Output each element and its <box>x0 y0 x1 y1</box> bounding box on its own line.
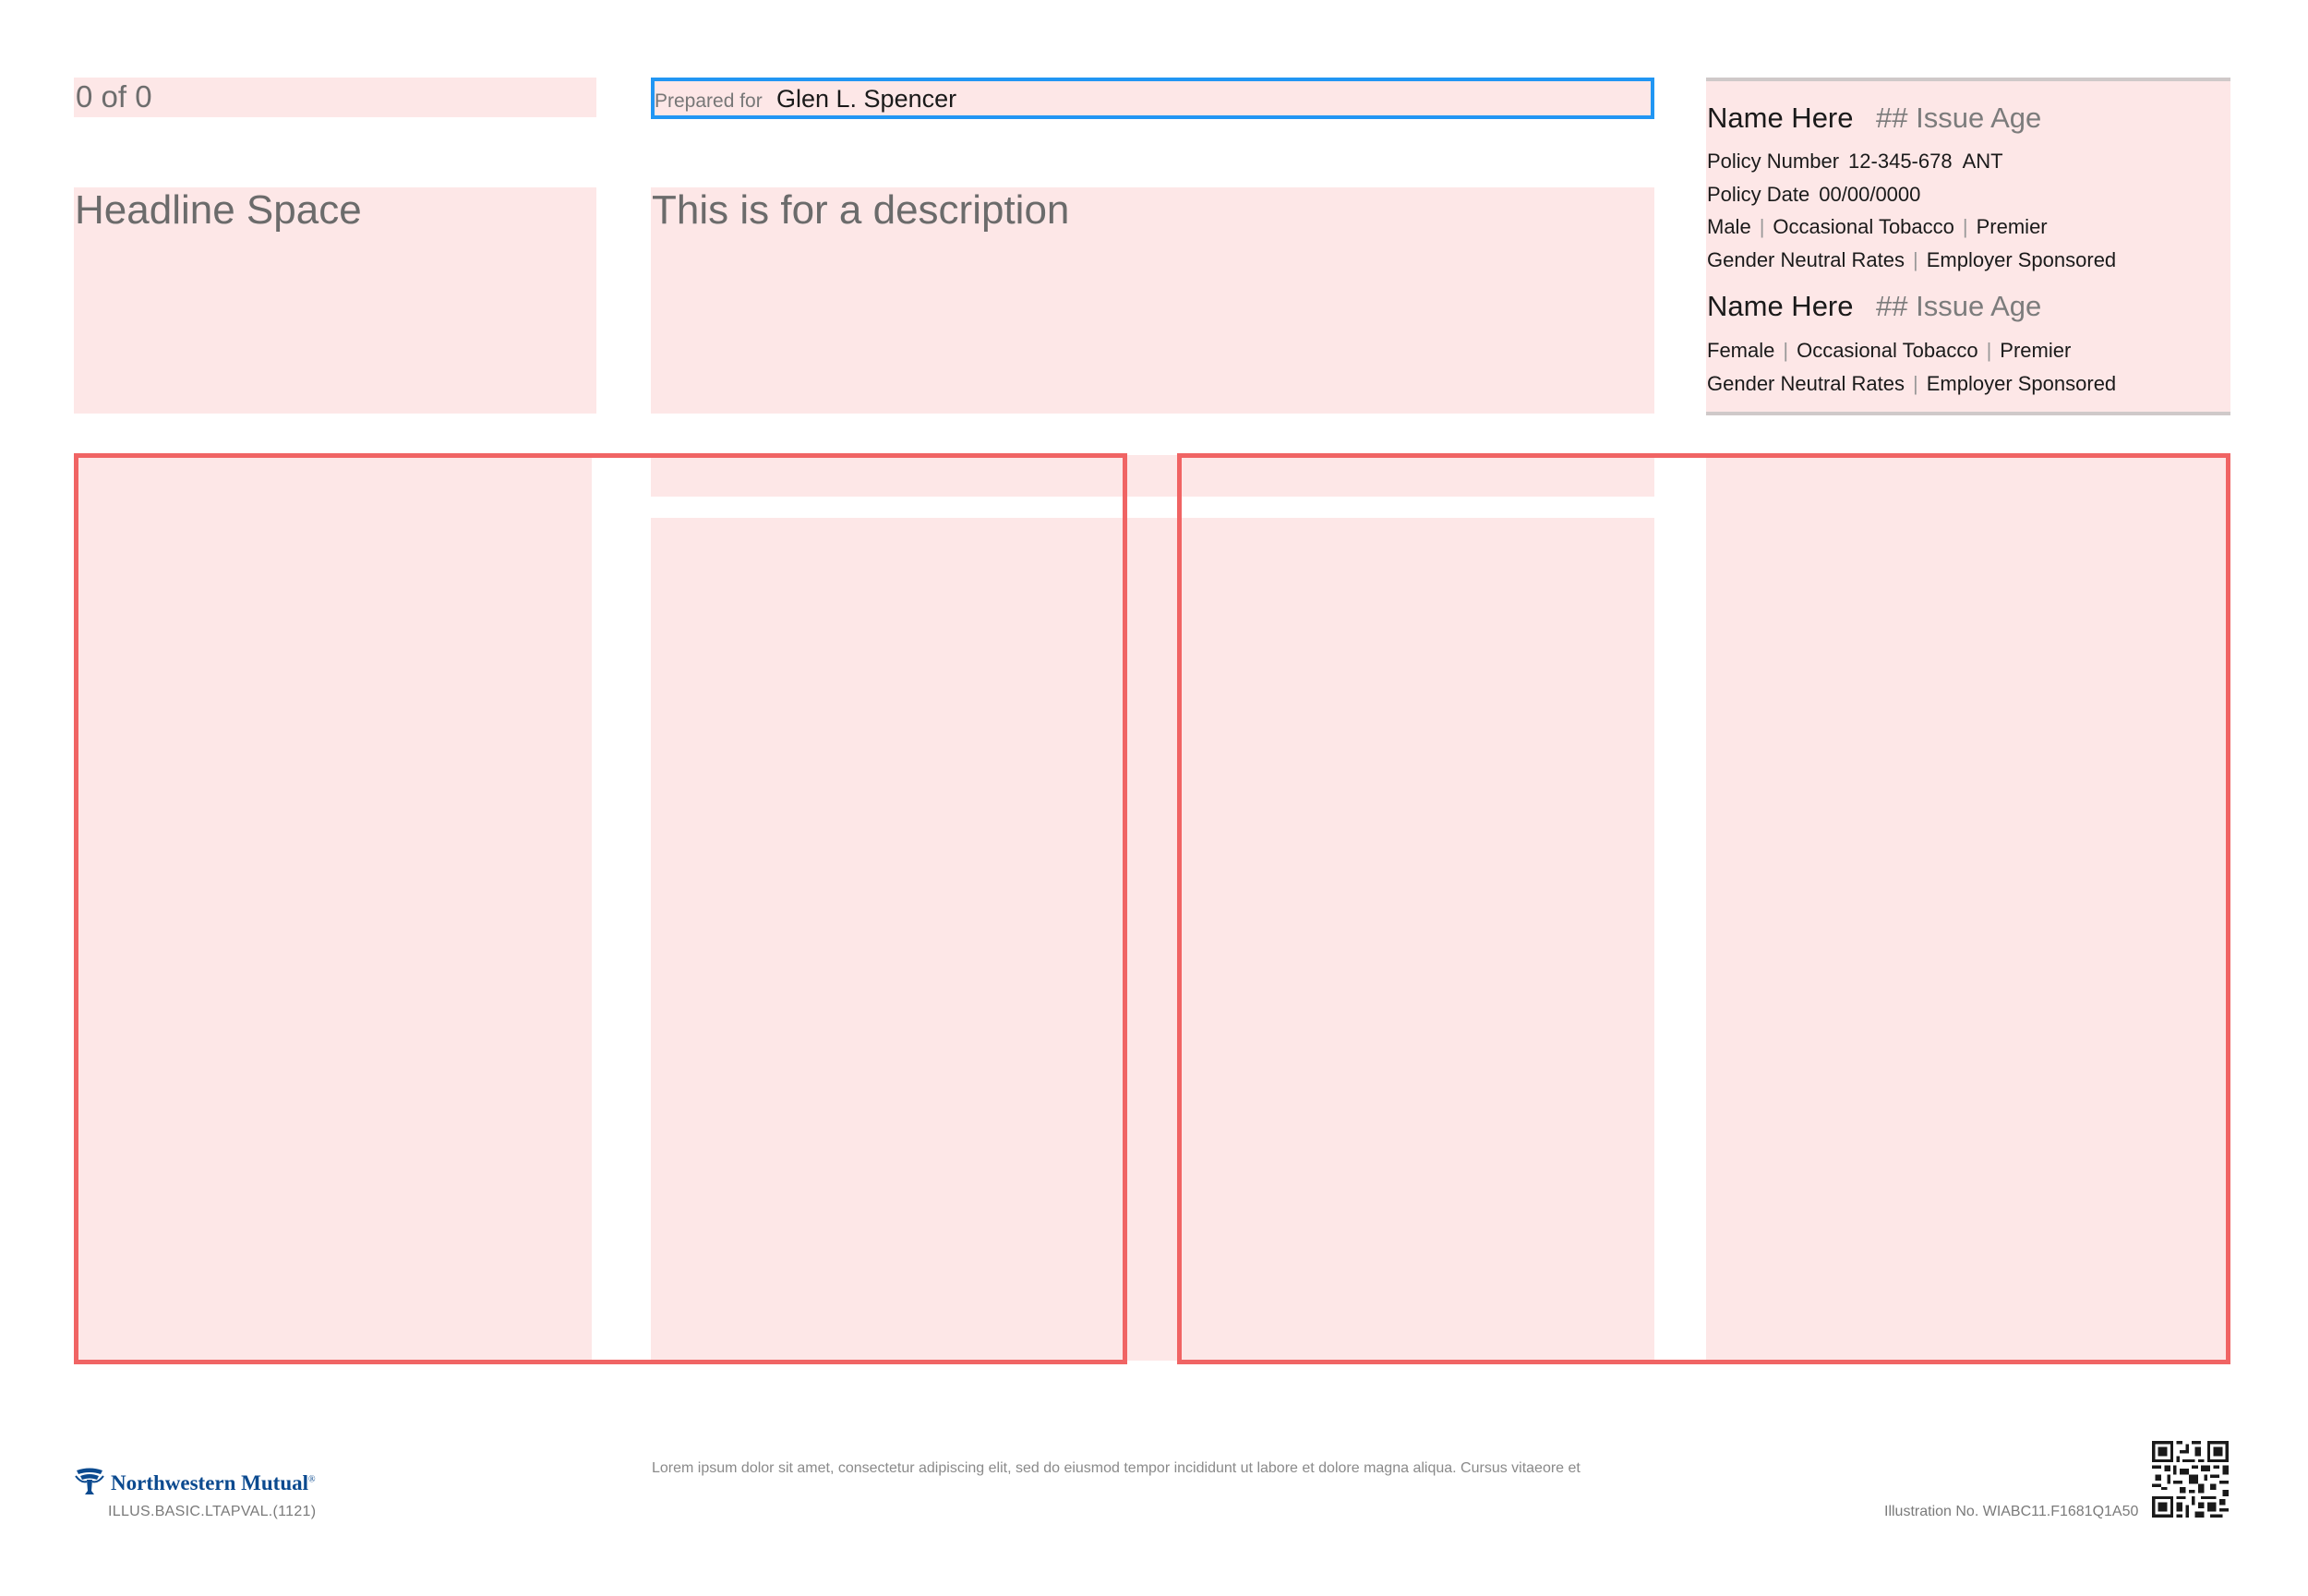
illustration-number: Illustration No. WIABC11.F1681Q1A50 <box>1884 1504 2139 1519</box>
insured-2-issue-age: ## Issue Age <box>1876 290 2042 322</box>
northwestern-mutual-logo-icon <box>75 1468 104 1494</box>
separator: | <box>1962 215 1968 238</box>
insured-2-sponsorship: Employer Sponsored <box>1926 372 2117 395</box>
form-code: ILLUS.BASIC.LTAPVAL.(1121) <box>108 1504 317 1519</box>
brand-name: Northwestern Mutual® <box>111 1471 316 1494</box>
policy-date-value: 00/00/0000 <box>1819 183 1921 206</box>
page-count-area: 0 of 0 <box>74 78 596 117</box>
right-region-frame[interactable] <box>1177 453 2230 1364</box>
description: This is for a description <box>652 187 1070 233</box>
insured-2-tobacco: Occasional Tobacco <box>1797 339 1978 362</box>
insured-1-issue-age: ## Issue Age <box>1876 102 2042 134</box>
separator: | <box>1759 215 1765 238</box>
insured-2-name: Name Here <box>1707 290 1854 322</box>
policy-number-label: Policy Number <box>1707 150 1840 173</box>
insured-1-rates: Gender Neutral Rates | Employer Sponsored <box>1707 248 2116 272</box>
headline-area: Headline Space <box>74 187 596 414</box>
insured-1-policy-number: Policy Number 12-345-678 ANT <box>1707 150 2003 174</box>
brand-logo: Northwestern Mutual® <box>74 1467 316 1498</box>
footer-disclaimer: Lorem ipsum dolor sit amet, consectetur … <box>652 1460 1581 1476</box>
separator: | <box>1986 339 1992 362</box>
separator: | <box>1783 339 1789 362</box>
insured-1-sex: Male <box>1707 215 1751 238</box>
separator: | <box>1913 372 1918 395</box>
insured-1-rate-type: Gender Neutral Rates <box>1707 248 1905 271</box>
prepared-for-field[interactable]: Prepared for Glen L. Spencer <box>651 78 1654 119</box>
policy-date-label: Policy Date <box>1707 183 1810 206</box>
qr-code-icon <box>2152 1441 2229 1518</box>
insured-panel: Name Here ## Issue Age Policy Number 12-3… <box>1706 78 2230 415</box>
separator: | <box>1913 248 1918 271</box>
insured-1-risk-class: Male | Occasional Tobacco | Premier <box>1707 215 2048 239</box>
insured-1-class: Premier <box>1976 215 2048 238</box>
insured-2-rate-type: Gender Neutral Rates <box>1707 372 1905 395</box>
insured-2-risk-class: Female | Occasional Tobacco | Premier <box>1707 339 2071 363</box>
insured-2-rates: Gender Neutral Rates | Employer Sponsored <box>1707 372 2116 396</box>
policy-number-value: 12-345-678 ANT <box>1848 150 2003 173</box>
description-area: This is for a description <box>651 187 1654 414</box>
insured-1-sponsorship: Employer Sponsored <box>1926 248 2117 271</box>
left-region-frame[interactable] <box>74 453 1127 1364</box>
page-count: 0 of 0 <box>76 79 152 114</box>
insured-2-sex: Female <box>1707 339 1775 362</box>
headline: Headline Space <box>75 187 362 233</box>
insured-1-policy-date: Policy Date 00/00/0000 <box>1707 183 1920 207</box>
prepared-for-label: Prepared for <box>655 90 763 112</box>
insured-2-class: Premier <box>2000 339 2072 362</box>
insured-1-name: Name Here <box>1707 102 1854 134</box>
prepared-for-name[interactable]: Glen L. Spencer <box>776 85 956 114</box>
insured-1-tobacco: Occasional Tobacco <box>1773 215 1954 238</box>
